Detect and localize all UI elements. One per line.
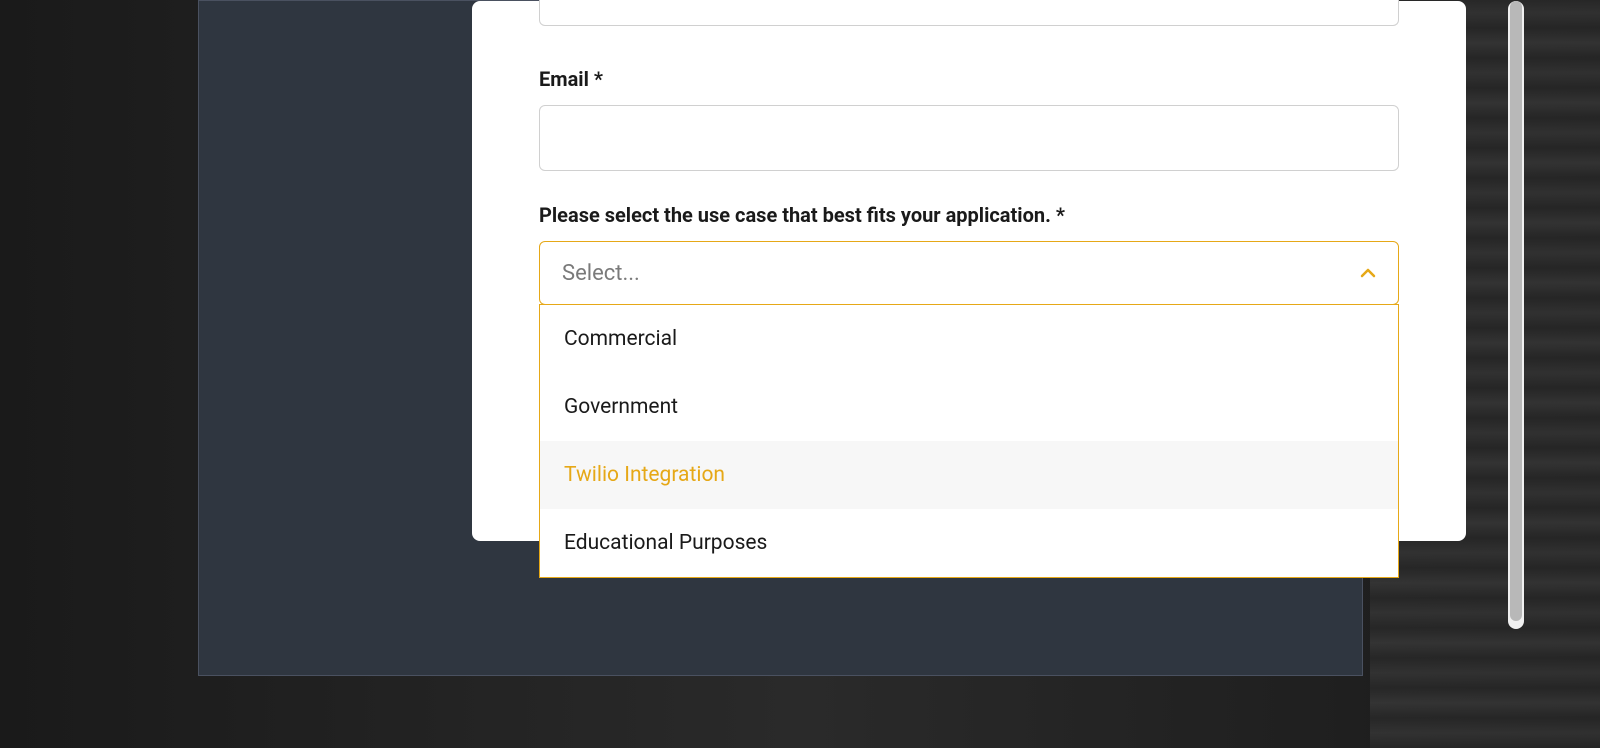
email-label: Email * <box>539 67 1399 91</box>
scrollbar-thumb[interactable] <box>1510 1 1522 621</box>
option-government[interactable]: Government <box>540 373 1398 441</box>
previous-input-partial[interactable] <box>539 0 1399 26</box>
option-twilio-integration[interactable]: Twilio Integration <box>540 441 1398 509</box>
email-input[interactable] <box>539 105 1399 171</box>
usecase-label: Please select the use case that best fit… <box>539 203 1399 227</box>
form-body: Email * Please select the use case that … <box>472 67 1466 305</box>
usecase-select: Select... Commercial Government Twilio I… <box>539 241 1399 305</box>
scrollbar-track[interactable] <box>1508 1 1524 629</box>
chevron-up-icon <box>1360 265 1376 281</box>
option-commercial[interactable]: Commercial <box>540 305 1398 373</box>
select-placeholder-text: Select... <box>562 261 640 286</box>
option-educational-purposes[interactable]: Educational Purposes <box>540 509 1398 577</box>
outer-panel: Email * Please select the use case that … <box>198 0 1363 676</box>
usecase-select-trigger[interactable]: Select... <box>539 241 1399 305</box>
form-modal: Email * Please select the use case that … <box>472 1 1466 541</box>
usecase-field-group: Please select the use case that best fit… <box>539 203 1399 305</box>
usecase-dropdown: Commercial Government Twilio Integration… <box>539 304 1399 578</box>
email-field-group: Email * <box>539 67 1399 171</box>
